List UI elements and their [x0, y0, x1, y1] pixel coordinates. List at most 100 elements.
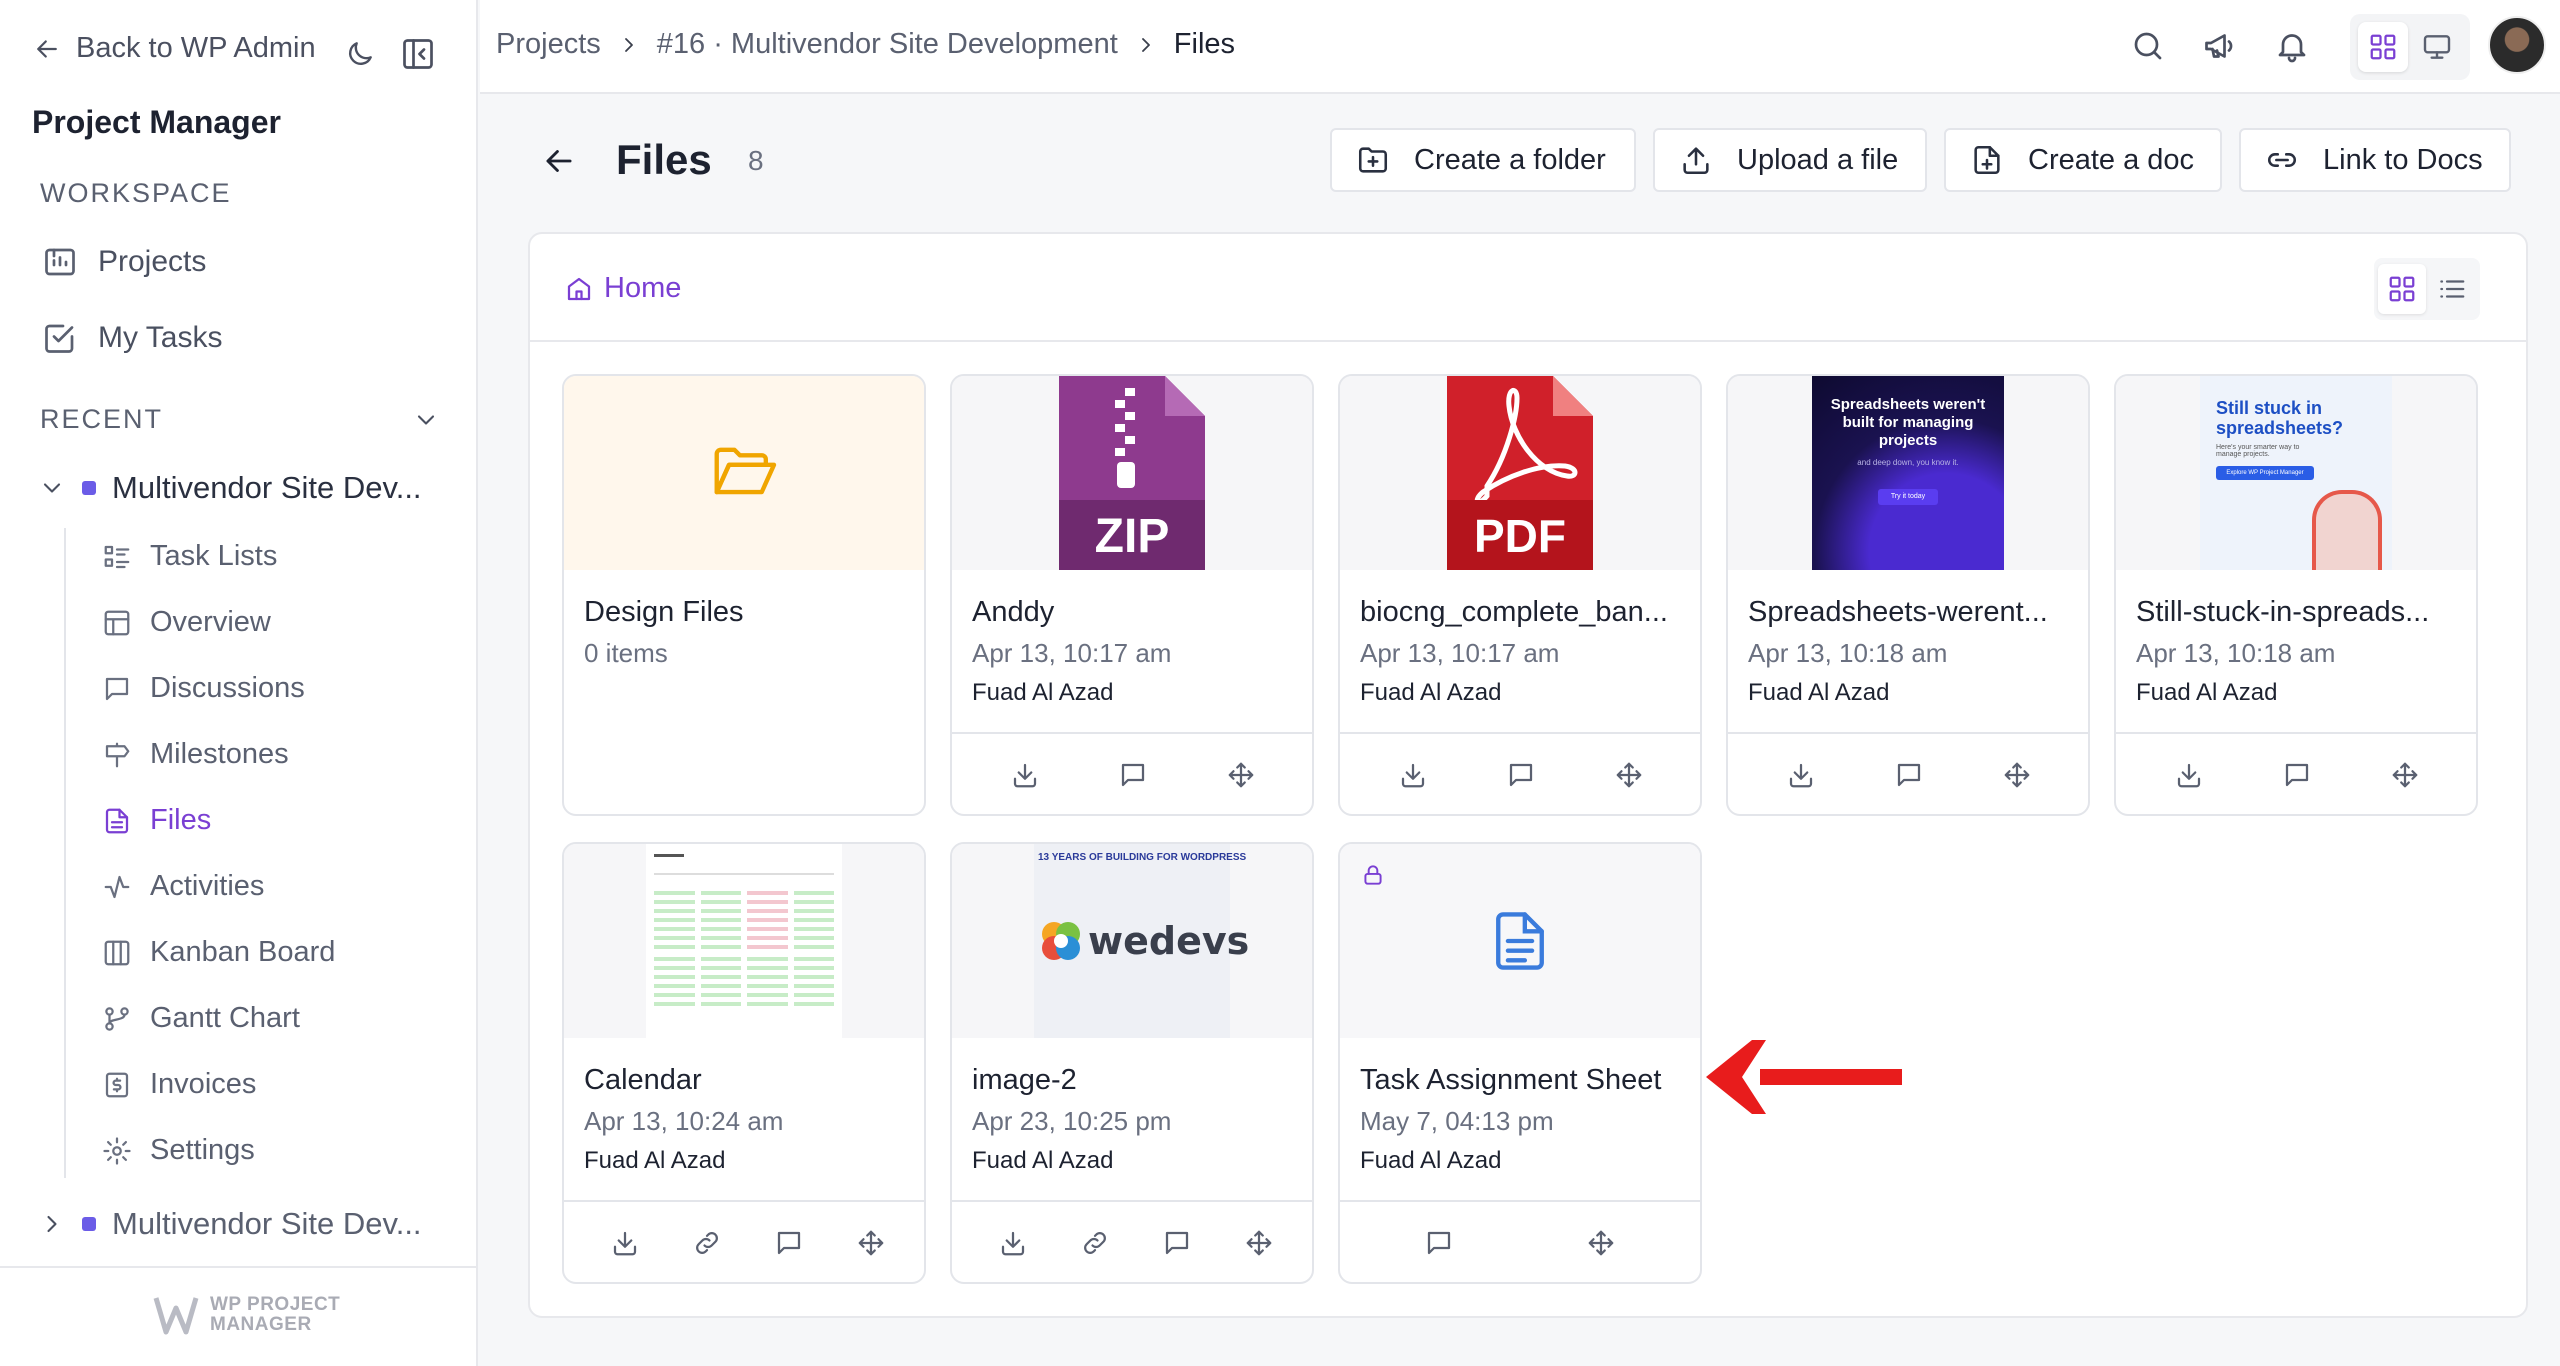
sidebar-item-discussions[interactable]: Discussions — [102, 672, 305, 705]
breadcrumb-projects[interactable]: Projects — [496, 28, 601, 61]
spreadsheets-thumbnail-image: Spreadsheets weren't built for managing … — [1812, 376, 2004, 570]
folder-thumbnail — [564, 376, 924, 570]
file-date: Apr 13, 10:24 am — [584, 1106, 784, 1136]
moon-icon[interactable] — [344, 38, 376, 70]
nav-projects[interactable]: Projects — [42, 244, 206, 280]
download-icon[interactable] — [1010, 760, 1040, 790]
download-icon[interactable] — [610, 1228, 640, 1258]
file-card[interactable]: ZIP Anddy Apr 13, 10:17 am Fuad Al Azad — [950, 374, 1314, 816]
arrow-left-icon — [37, 39, 57, 58]
project-row-collapsed[interactable]: Multivendor Site Dev... — [38, 1206, 422, 1242]
file-owner: Fuad Al Azad — [2136, 679, 2278, 706]
create-folder-button[interactable]: Create a folder — [1330, 128, 1636, 192]
grid-list-toggle — [2374, 258, 2480, 320]
sidebar-item-files[interactable]: Files — [102, 804, 211, 837]
nav-my-tasks[interactable]: My Tasks — [42, 320, 222, 356]
svg-text:ZIP: ZIP — [1095, 510, 1170, 563]
sidebar-item-task-lists[interactable]: Task Lists — [102, 540, 277, 573]
monitor-layout-button[interactable] — [2412, 22, 2462, 72]
file-owner: Fuad Al Azad — [1748, 679, 1890, 706]
grid-view-button[interactable] — [2378, 264, 2426, 314]
comment-icon[interactable] — [774, 1228, 804, 1258]
comment-icon[interactable] — [1506, 760, 1536, 790]
comment-icon[interactable] — [1162, 1228, 1192, 1258]
file-card[interactable]: Design Files 0 items — [562, 374, 926, 816]
file-card[interactable]: Calendar Apr 13, 10:24 am Fuad Al Azad — [562, 842, 926, 1284]
download-icon[interactable] — [998, 1228, 1028, 1258]
chevron-down-icon[interactable] — [412, 406, 440, 434]
upload-file-button[interactable]: Upload a file — [1653, 128, 1927, 192]
create-doc-button[interactable]: Create a doc — [1944, 128, 2222, 192]
list-view-button[interactable] — [2428, 264, 2476, 314]
tree-line — [64, 528, 66, 1178]
move-icon[interactable] — [1226, 760, 1256, 790]
file-card[interactable]: Spreadsheets weren't built for managing … — [1726, 374, 2090, 816]
file-date: Apr 13, 10:18 am — [2136, 638, 2336, 668]
move-icon[interactable] — [1586, 1228, 1616, 1258]
doc-plus-icon — [1974, 145, 2000, 175]
megaphone-icon[interactable] — [2202, 28, 2238, 64]
move-icon[interactable] — [1614, 760, 1644, 790]
file-name: Spreadsheets-werent... — [1748, 596, 2048, 628]
move-icon[interactable] — [2002, 760, 2032, 790]
sidebar-item-invoices[interactable]: Invoices — [102, 1068, 256, 1101]
list-icon — [2440, 280, 2465, 298]
move-icon[interactable] — [856, 1228, 886, 1258]
sidebar-item-label: Overview — [150, 606, 271, 638]
file-card[interactable]: 13 YEARS OF BUILDING FOR WORDPRESS wedev… — [950, 842, 1314, 1284]
file-date: Apr 13, 10:17 am — [1360, 638, 1560, 668]
link-icon — [2268, 153, 2296, 167]
comment-icon[interactable] — [1894, 760, 1924, 790]
user-avatar[interactable] — [2488, 16, 2546, 74]
comment-icon[interactable] — [1424, 1228, 1454, 1258]
comment-icon[interactable] — [2282, 760, 2312, 790]
back-arrow-icon[interactable] — [540, 142, 578, 180]
sidebar-item-kanban-board[interactable]: Kanban Board — [102, 936, 335, 969]
card-actions — [2116, 732, 2476, 814]
hand-illustration — [2312, 490, 2382, 570]
home-icon — [567, 277, 591, 300]
home-breadcrumb[interactable]: Home — [564, 272, 681, 305]
sidebar: Back to WP Admin Project Manager WORKSPA… — [0, 0, 478, 1366]
move-icon[interactable] — [2390, 760, 2420, 790]
project-name: Multivendor Site Dev... — [112, 1206, 422, 1241]
file-card[interactable]: Task Assignment Sheet May 7, 04:13 pm Fu… — [1338, 842, 1702, 1284]
grid-layout-button[interactable] — [2358, 22, 2408, 72]
comment-icon[interactable] — [1118, 760, 1148, 790]
download-icon[interactable] — [1398, 760, 1428, 790]
back-to-wp-admin-link[interactable]: Back to WP Admin — [32, 32, 316, 65]
link-icon[interactable] — [692, 1228, 722, 1258]
topbar: Projects #16 · Multivendor Site Developm… — [480, 0, 2560, 94]
thumb-headline: Spreadsheets weren't built for managing … — [1830, 396, 1986, 449]
download-icon[interactable] — [1786, 760, 1816, 790]
search-icon[interactable] — [2130, 28, 2166, 64]
download-icon[interactable] — [2174, 760, 2204, 790]
project-row-expanded[interactable]: Multivendor Site Dev... — [38, 470, 422, 506]
folder-open-icon — [714, 447, 777, 495]
breadcrumb-project[interactable]: #16 · Multivendor Site Development — [657, 28, 1118, 61]
project-color-dot — [82, 481, 96, 495]
sidebar-item-overview[interactable]: Overview — [102, 606, 271, 639]
sidebar-item-label: Gantt Chart — [150, 1002, 300, 1034]
sidebar-item-activities[interactable]: Activities — [102, 870, 264, 903]
file-date: Apr 23, 10:25 pm — [972, 1106, 1172, 1136]
bell-icon[interactable] — [2274, 28, 2310, 64]
file-count: 8 — [748, 145, 764, 176]
sidebar-item-settings[interactable]: Settings — [102, 1134, 255, 1167]
file-name: Task Assignment Sheet — [1360, 1064, 1662, 1096]
task-list-icon — [104, 545, 130, 568]
link-to-docs-button[interactable]: Link to Docs — [2239, 128, 2511, 192]
document-icon — [1496, 912, 1544, 970]
workspace-label: WORKSPACE — [40, 178, 232, 208]
file-card[interactable]: PDF biocng_complete_ban... Apr 13, 10:17… — [1338, 374, 1702, 816]
page-title: Files — [616, 136, 712, 183]
logo-line-2: MANAGER — [210, 1314, 312, 1335]
collapse-sidebar-icon[interactable] — [400, 36, 436, 72]
sidebar-item-gantt-chart[interactable]: Gantt Chart — [102, 1002, 300, 1035]
checkbox-icon — [45, 324, 74, 353]
move-icon[interactable] — [1244, 1228, 1274, 1258]
sidebar-item-milestones[interactable]: Milestones — [102, 738, 289, 771]
wedevs-logo-icon — [1042, 922, 1080, 960]
link-icon[interactable] — [1080, 1228, 1110, 1258]
file-card[interactable]: Still stuck in spreadsheets? Here's your… — [2114, 374, 2478, 816]
